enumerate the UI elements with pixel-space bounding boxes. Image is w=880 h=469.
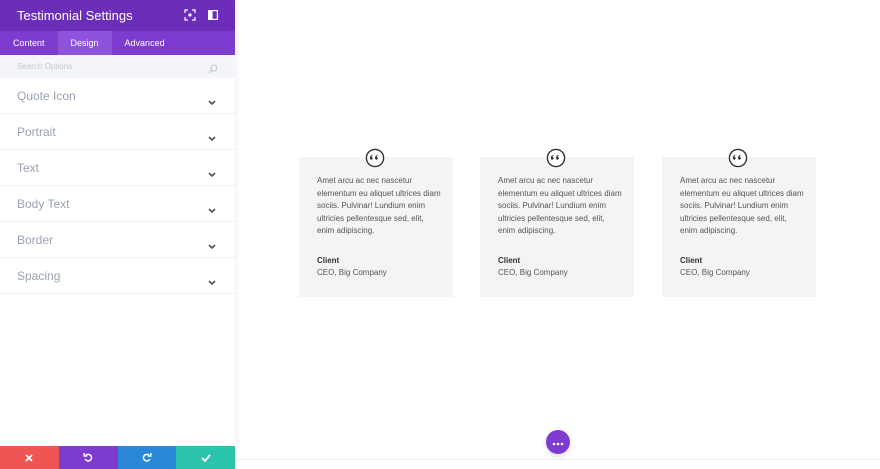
panel-title: Testimonial Settings bbox=[17, 8, 133, 23]
search-icon[interactable] bbox=[208, 61, 218, 79]
panel-header: Testimonial Settings bbox=[0, 0, 235, 31]
group-spacing[interactable]: Spacing bbox=[0, 258, 235, 294]
testimonial-body: Amet arcu ac nec nascetur elementum eu a… bbox=[680, 176, 804, 235]
chevron-down-icon bbox=[208, 273, 216, 291]
group-portrait[interactable]: Portrait bbox=[0, 114, 235, 150]
group-label: Portrait bbox=[17, 124, 56, 139]
testimonial-position: CEO, Big Company bbox=[680, 268, 750, 277]
discard-button[interactable] bbox=[0, 446, 59, 469]
settings-panel: Testimonial Settings Content Design Adva… bbox=[0, 0, 235, 469]
quote-icon bbox=[365, 148, 385, 168]
expand-icon[interactable] bbox=[183, 8, 197, 22]
group-label: Body Text bbox=[17, 196, 70, 211]
tab-advanced[interactable]: Advanced bbox=[112, 31, 178, 55]
preview-canvas: Amet arcu ac nec nascetur elementum eu a… bbox=[235, 0, 880, 469]
testimonial-card[interactable]: Amet arcu ac nec nascetur elementum eu a… bbox=[299, 148, 453, 297]
chevron-down-icon bbox=[208, 165, 216, 183]
panel-tabs: Content Design Advanced bbox=[0, 31, 235, 55]
group-label: Spacing bbox=[17, 268, 61, 283]
check-icon bbox=[200, 449, 211, 467]
group-quote-icon[interactable]: Quote Icon bbox=[0, 78, 235, 114]
search-bar bbox=[0, 55, 235, 78]
chevron-down-icon bbox=[208, 237, 216, 255]
testimonial-position: CEO, Big Company bbox=[498, 268, 568, 277]
undo-icon bbox=[83, 449, 93, 467]
group-label: Quote Icon bbox=[17, 88, 76, 103]
testimonial-author: Client bbox=[680, 256, 703, 265]
tab-content[interactable]: Content bbox=[0, 31, 58, 55]
chevron-down-icon bbox=[208, 93, 216, 111]
testimonial-card[interactable]: Amet arcu ac nec nascetur elementum eu a… bbox=[662, 148, 816, 297]
redo-icon bbox=[142, 449, 152, 467]
testimonial-author: Client bbox=[317, 256, 340, 265]
ellipsis-icon bbox=[552, 433, 564, 451]
testimonial-card[interactable]: Amet arcu ac nec nascetur elementum eu a… bbox=[480, 148, 634, 297]
undo-button[interactable] bbox=[58, 446, 118, 469]
group-label: Text bbox=[17, 160, 40, 175]
group-label: Border bbox=[17, 232, 54, 247]
testimonial-body: Amet arcu ac nec nascetur elementum eu a… bbox=[317, 176, 441, 235]
quote-icon bbox=[728, 148, 748, 168]
option-groups: Quote Icon Portrait Text Body Text Borde… bbox=[0, 78, 235, 294]
group-body-text[interactable]: Body Text bbox=[0, 186, 235, 222]
testimonial-position: CEO, Big Company bbox=[317, 268, 387, 277]
search-input[interactable] bbox=[17, 62, 197, 71]
panel-footer bbox=[0, 446, 235, 469]
save-button[interactable] bbox=[176, 446, 235, 469]
chevron-down-icon bbox=[208, 201, 216, 219]
testimonial-author: Client bbox=[498, 256, 521, 265]
testimonial-body: Amet arcu ac nec nascetur elementum eu a… bbox=[498, 176, 622, 235]
split-view-icon[interactable] bbox=[206, 8, 220, 22]
section-divider bbox=[235, 459, 880, 460]
redo-button[interactable] bbox=[117, 446, 177, 469]
quote-icon bbox=[546, 148, 566, 168]
tab-design[interactable]: Design bbox=[57, 31, 112, 55]
more-options-button[interactable] bbox=[546, 430, 570, 454]
chevron-down-icon bbox=[208, 129, 216, 147]
group-text[interactable]: Text bbox=[0, 150, 235, 186]
group-border[interactable]: Border bbox=[0, 222, 235, 258]
close-icon bbox=[25, 449, 34, 467]
